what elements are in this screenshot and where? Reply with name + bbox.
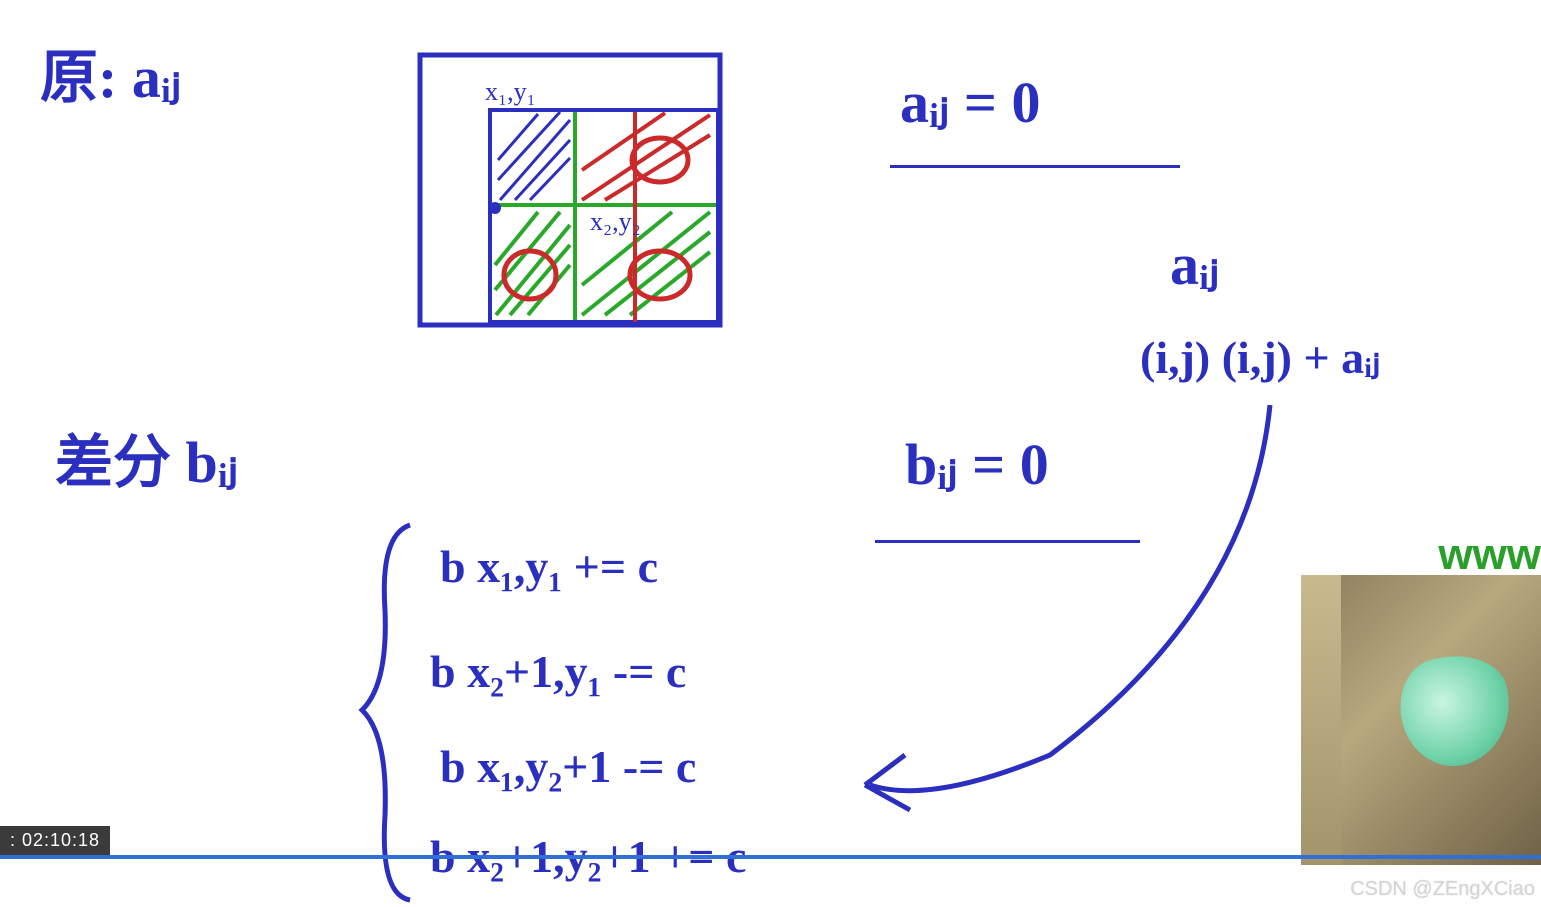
timestamp-badge: : 02:10:18: [0, 826, 110, 855]
label-difference: 差分 bᵢⱼ: [55, 415, 238, 499]
formula-2: b x₂+1,y₁ -= c: [430, 645, 686, 698]
term-aij: aᵢⱼ: [1170, 230, 1219, 298]
whiteboard: { "topLeft": { "label": "原: aᵢⱼ" }, "dia…: [0, 0, 1541, 907]
coord-1: x₁,y₁: [485, 77, 536, 106]
url-fragment: www: [1438, 530, 1541, 580]
coord-2: x₂,y₂: [590, 207, 641, 236]
progress-bar[interactable]: [0, 855, 1541, 859]
label-original: 原: aᵢⱼ: [40, 30, 181, 114]
webcam-thumbnail: [1301, 575, 1541, 865]
eq-aij-zero: aᵢⱼ = 0: [900, 68, 1040, 136]
stage: { "topLeft": { "label": "原: aᵢⱼ" }, "dia…: [0, 0, 1541, 907]
brace-icon: [350, 515, 430, 905]
formula-1: b x₁,y₁ += c: [440, 540, 658, 593]
line-ij-plus-aij: (i,j) (i,j) + aᵢⱼ: [1140, 330, 1380, 384]
watermark: CSDN @ZEngXCiao: [1350, 878, 1535, 901]
formula-3: b x₁,y₂+1 -= c: [440, 740, 696, 793]
underline-1: [890, 165, 1180, 168]
arrow-curve: [850, 405, 1290, 825]
diagram-prefix-sum: x₁,y₁ x₂,y₂: [410, 50, 730, 340]
